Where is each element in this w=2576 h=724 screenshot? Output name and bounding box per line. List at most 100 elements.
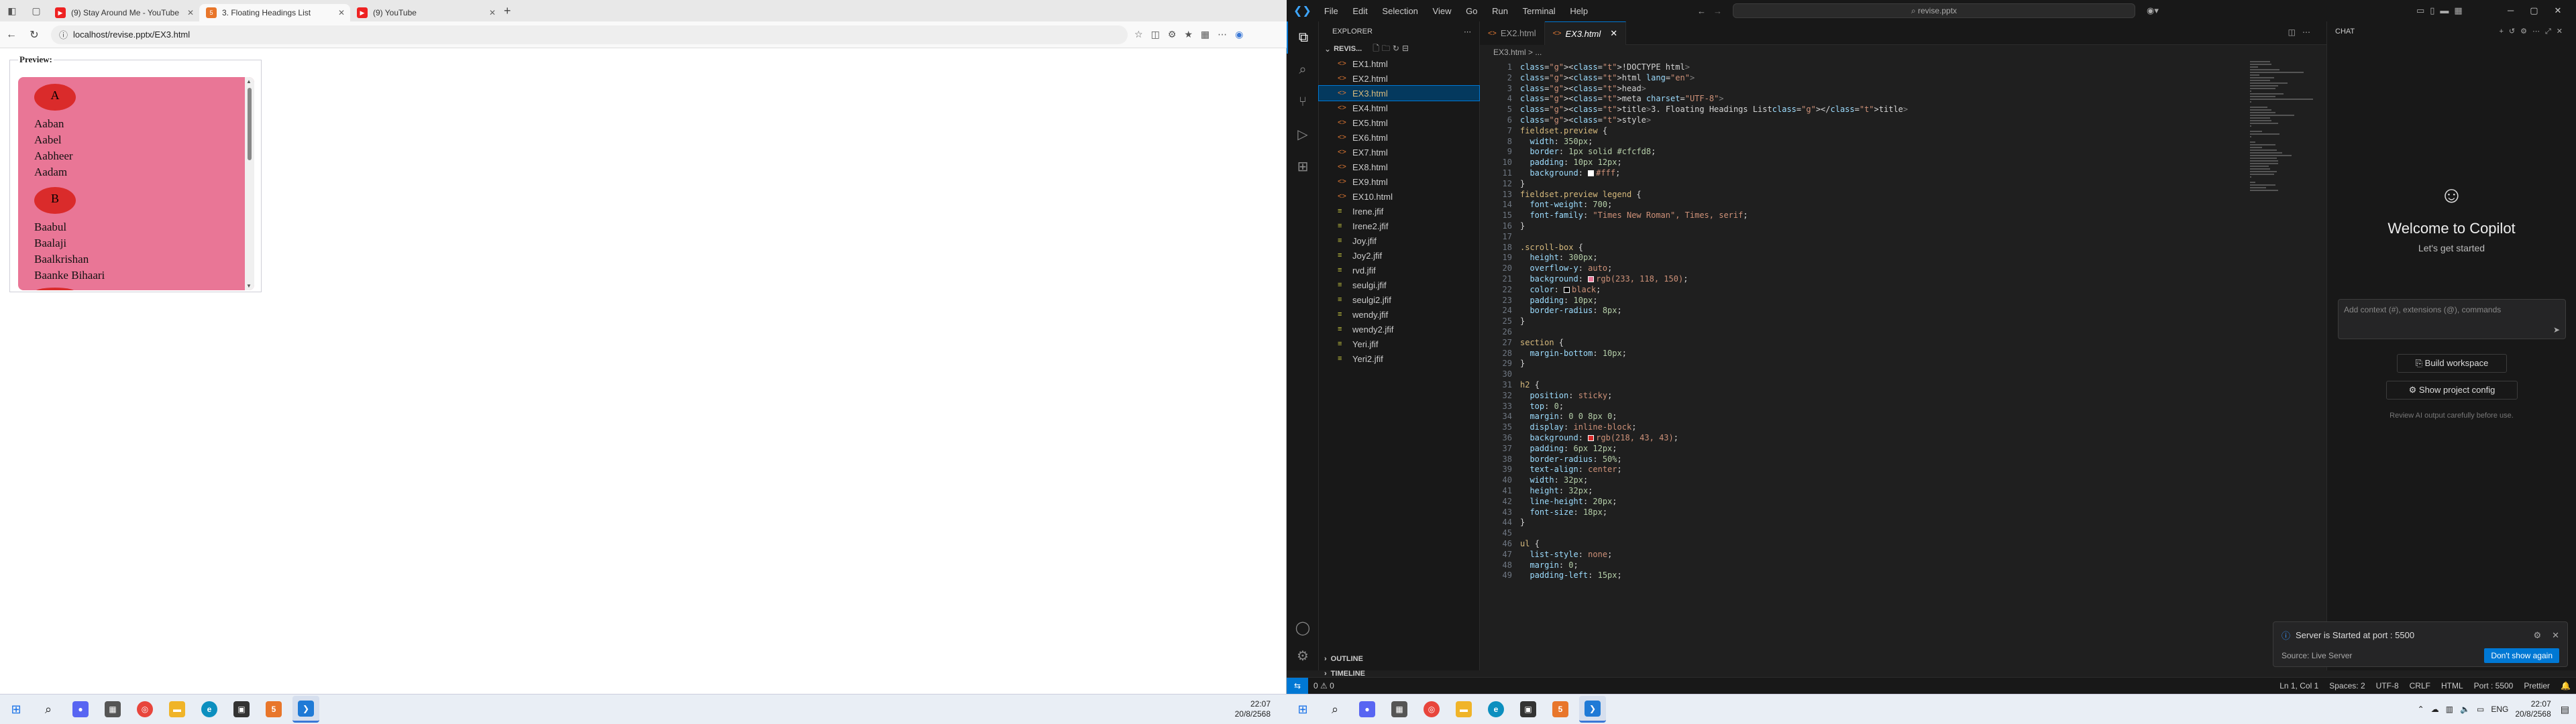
file-item[interactable]: <> EX9.html: [1319, 174, 1479, 189]
language-mode[interactable]: HTML: [2441, 681, 2463, 690]
search-icon[interactable]: ⌕: [35, 696, 62, 723]
app-icon-discord[interactable]: ●: [1354, 696, 1381, 723]
app-icon-edge[interactable]: e: [196, 696, 223, 723]
taskbar-clock-right[interactable]: 22:07 20/8/2568: [2515, 699, 2551, 719]
nav-back-icon[interactable]: ←: [1697, 6, 1706, 16]
browser-tab[interactable]: ▶ (9) YouTube ✕: [350, 4, 501, 21]
search-icon[interactable]: ⌕: [1287, 54, 1319, 86]
menu-selection[interactable]: Selection: [1382, 6, 1417, 16]
file-item[interactable]: ≡ seulgi2.jfif: [1319, 292, 1479, 307]
file-item[interactable]: ≡ rvd.jfif: [1319, 263, 1479, 278]
editor-tab[interactable]: <> EX2.html: [1480, 21, 1545, 45]
minimap[interactable]: [2250, 60, 2317, 191]
new-tab-button[interactable]: +: [504, 4, 511, 18]
breadcrumb[interactable]: EX3.html > ...: [1480, 45, 2326, 60]
problems-count[interactable]: 0 ⚠ 0: [1313, 681, 1334, 690]
line-endings[interactable]: CRLF: [2410, 681, 2430, 690]
show-config-button[interactable]: ⚙ Show project config: [2386, 381, 2518, 400]
outline-section[interactable]: › OUTLINE: [1319, 652, 1363, 666]
browser-profile-icon[interactable]: ◧: [0, 0, 24, 21]
battery-icon[interactable]: ▭: [2477, 705, 2484, 714]
close-icon[interactable]: ✕: [489, 8, 496, 17]
app-icon-file-explorer[interactable]: ▬: [1450, 696, 1477, 723]
app-icon-chrome[interactable]: ◎: [1418, 696, 1445, 723]
cloud-icon[interactable]: ☁: [2431, 705, 2439, 714]
app-icon-html[interactable]: 5: [1547, 696, 1574, 723]
scrollbar-thumb[interactable]: [248, 88, 252, 160]
editor-actions[interactable]: ◫⋯: [2288, 27, 2317, 37]
encoding[interactable]: UTF-8: [2376, 681, 2399, 690]
search-icon[interactable]: ⌕: [1322, 696, 1348, 723]
volume-icon[interactable]: 🔈: [2460, 705, 2470, 714]
app-icon-calendar[interactable]: ▦: [1386, 696, 1413, 723]
split-screen-icon[interactable]: ◫: [1151, 29, 1160, 40]
file-item[interactable]: ≡ seulgi.jfif: [1319, 278, 1479, 292]
toast-settings-icon[interactable]: ⚙: [2533, 630, 2541, 641]
more-actions-icon[interactable]: ⋯: [1464, 27, 1471, 36]
send-icon[interactable]: ➤: [2553, 325, 2560, 335]
chevron-up-icon[interactable]: ⌃: [2418, 705, 2424, 714]
file-item[interactable]: <> EX10.html: [1319, 189, 1479, 204]
scroll-down-arrow-icon[interactable]: ▼: [246, 283, 252, 289]
file-item[interactable]: ≡ Yeri2.jfif: [1319, 351, 1479, 366]
collections-icon[interactable]: ▦: [1201, 29, 1210, 40]
favorites-icon[interactable]: ★: [1184, 29, 1193, 40]
app-icon-discord[interactable]: ●: [67, 696, 94, 723]
browser-tab-active[interactable]: 5 3. Floating Headings List ✕: [199, 4, 350, 21]
extensions-icon[interactable]: ⚙: [1168, 29, 1177, 40]
cursor-position[interactable]: Ln 1, Col 1: [2279, 681, 2318, 690]
more-menu-icon[interactable]: ⋯: [1218, 29, 1227, 40]
url-field[interactable]: ⓘ localhost/revise.pptx/EX3.html: [51, 25, 1128, 44]
system-tray[interactable]: ⌃ ☁ ▥ 🔈 ▭ ENG: [2418, 705, 2509, 714]
notifications-bell-icon[interactable]: 🔔: [2561, 681, 2571, 690]
file-item[interactable]: <> EX6.html: [1319, 130, 1479, 145]
menu-terminal[interactable]: Terminal: [1523, 6, 1556, 16]
menu-go[interactable]: Go: [1466, 6, 1477, 16]
file-item[interactable]: ≡ wendy2.jfif: [1319, 322, 1479, 337]
file-item[interactable]: <> EX2.html: [1319, 71, 1479, 86]
scrollbar[interactable]: ▲ ▼: [245, 77, 254, 290]
file-item[interactable]: <> EX4.html: [1319, 101, 1479, 115]
layout-toggle-icons[interactable]: ▭▯▬▦: [2416, 5, 2468, 16]
folder-row[interactable]: ⌄ REVIS... 🗋🗀↻⊟: [1319, 42, 1479, 56]
file-item[interactable]: <> EX1.html: [1319, 56, 1479, 71]
nav-forward-icon[interactable]: →: [1713, 6, 1722, 16]
start-windows-icon[interactable]: ⊞: [1289, 696, 1316, 723]
menu-file[interactable]: File: [1324, 6, 1338, 16]
app-icon-chrome[interactable]: ◎: [131, 696, 158, 723]
scroll-box[interactable]: A Aaban Aabel Aabheer Aadam B Baabul Baa…: [18, 77, 254, 290]
app-icon-html[interactable]: 5: [260, 696, 287, 723]
file-item[interactable]: ≡ Joy.jfif: [1319, 233, 1479, 248]
app-icon-vscode[interactable]: ❯: [292, 696, 319, 723]
build-workspace-button[interactable]: ⎘ Build workspace: [2397, 354, 2507, 373]
menu-run[interactable]: Run: [1492, 6, 1508, 16]
dont-show-again-button[interactable]: Don't show again: [2484, 648, 2559, 663]
tab-actions-icon[interactable]: ▢: [24, 0, 48, 21]
file-item[interactable]: ≡ wendy.jfif: [1319, 307, 1479, 322]
run-debug-icon[interactable]: ▷: [1287, 118, 1319, 150]
notification-center-icon[interactable]: ▤: [2561, 704, 2569, 715]
info-icon[interactable]: ⓘ: [59, 28, 68, 41]
remote-icon[interactable]: ⇆: [1287, 677, 1308, 695]
close-icon[interactable]: ✕: [2552, 630, 2559, 641]
start-windows-icon[interactable]: ⊞: [3, 696, 30, 723]
app-icon-edge[interactable]: e: [1483, 696, 1509, 723]
editor-tab-active[interactable]: <> EX3.html ✕: [1544, 21, 1627, 45]
back-arrow-icon[interactable]: ←: [0, 29, 23, 41]
scroll-up-arrow-icon[interactable]: ▲: [246, 78, 252, 84]
menu-help[interactable]: Help: [1570, 6, 1588, 16]
network-icon[interactable]: ▥: [2446, 705, 2453, 714]
taskbar-clock-left[interactable]: 22:07 20/8/2568: [1235, 699, 1271, 719]
favorite-star-icon[interactable]: ☆: [1134, 29, 1143, 40]
file-item[interactable]: ≡ Irene2.jfif: [1319, 219, 1479, 233]
indentation[interactable]: Spaces: 2: [2329, 681, 2365, 690]
app-icon-store[interactable]: ▣: [1515, 696, 1542, 723]
app-icon-store[interactable]: ▣: [228, 696, 255, 723]
browser-tab[interactable]: ▶ (9) Stay Around Me - YouTube ✕: [48, 4, 199, 21]
account-icon[interactable]: ◯: [1287, 611, 1319, 644]
close-icon[interactable]: ✕: [187, 8, 194, 17]
copilot-icon[interactable]: ◉: [1235, 29, 1243, 40]
command-center-search[interactable]: ⌕ revise.pptx: [1733, 3, 2135, 18]
file-item[interactable]: <> EX7.html: [1319, 145, 1479, 160]
app-icon-vscode[interactable]: ❯: [1579, 696, 1606, 723]
